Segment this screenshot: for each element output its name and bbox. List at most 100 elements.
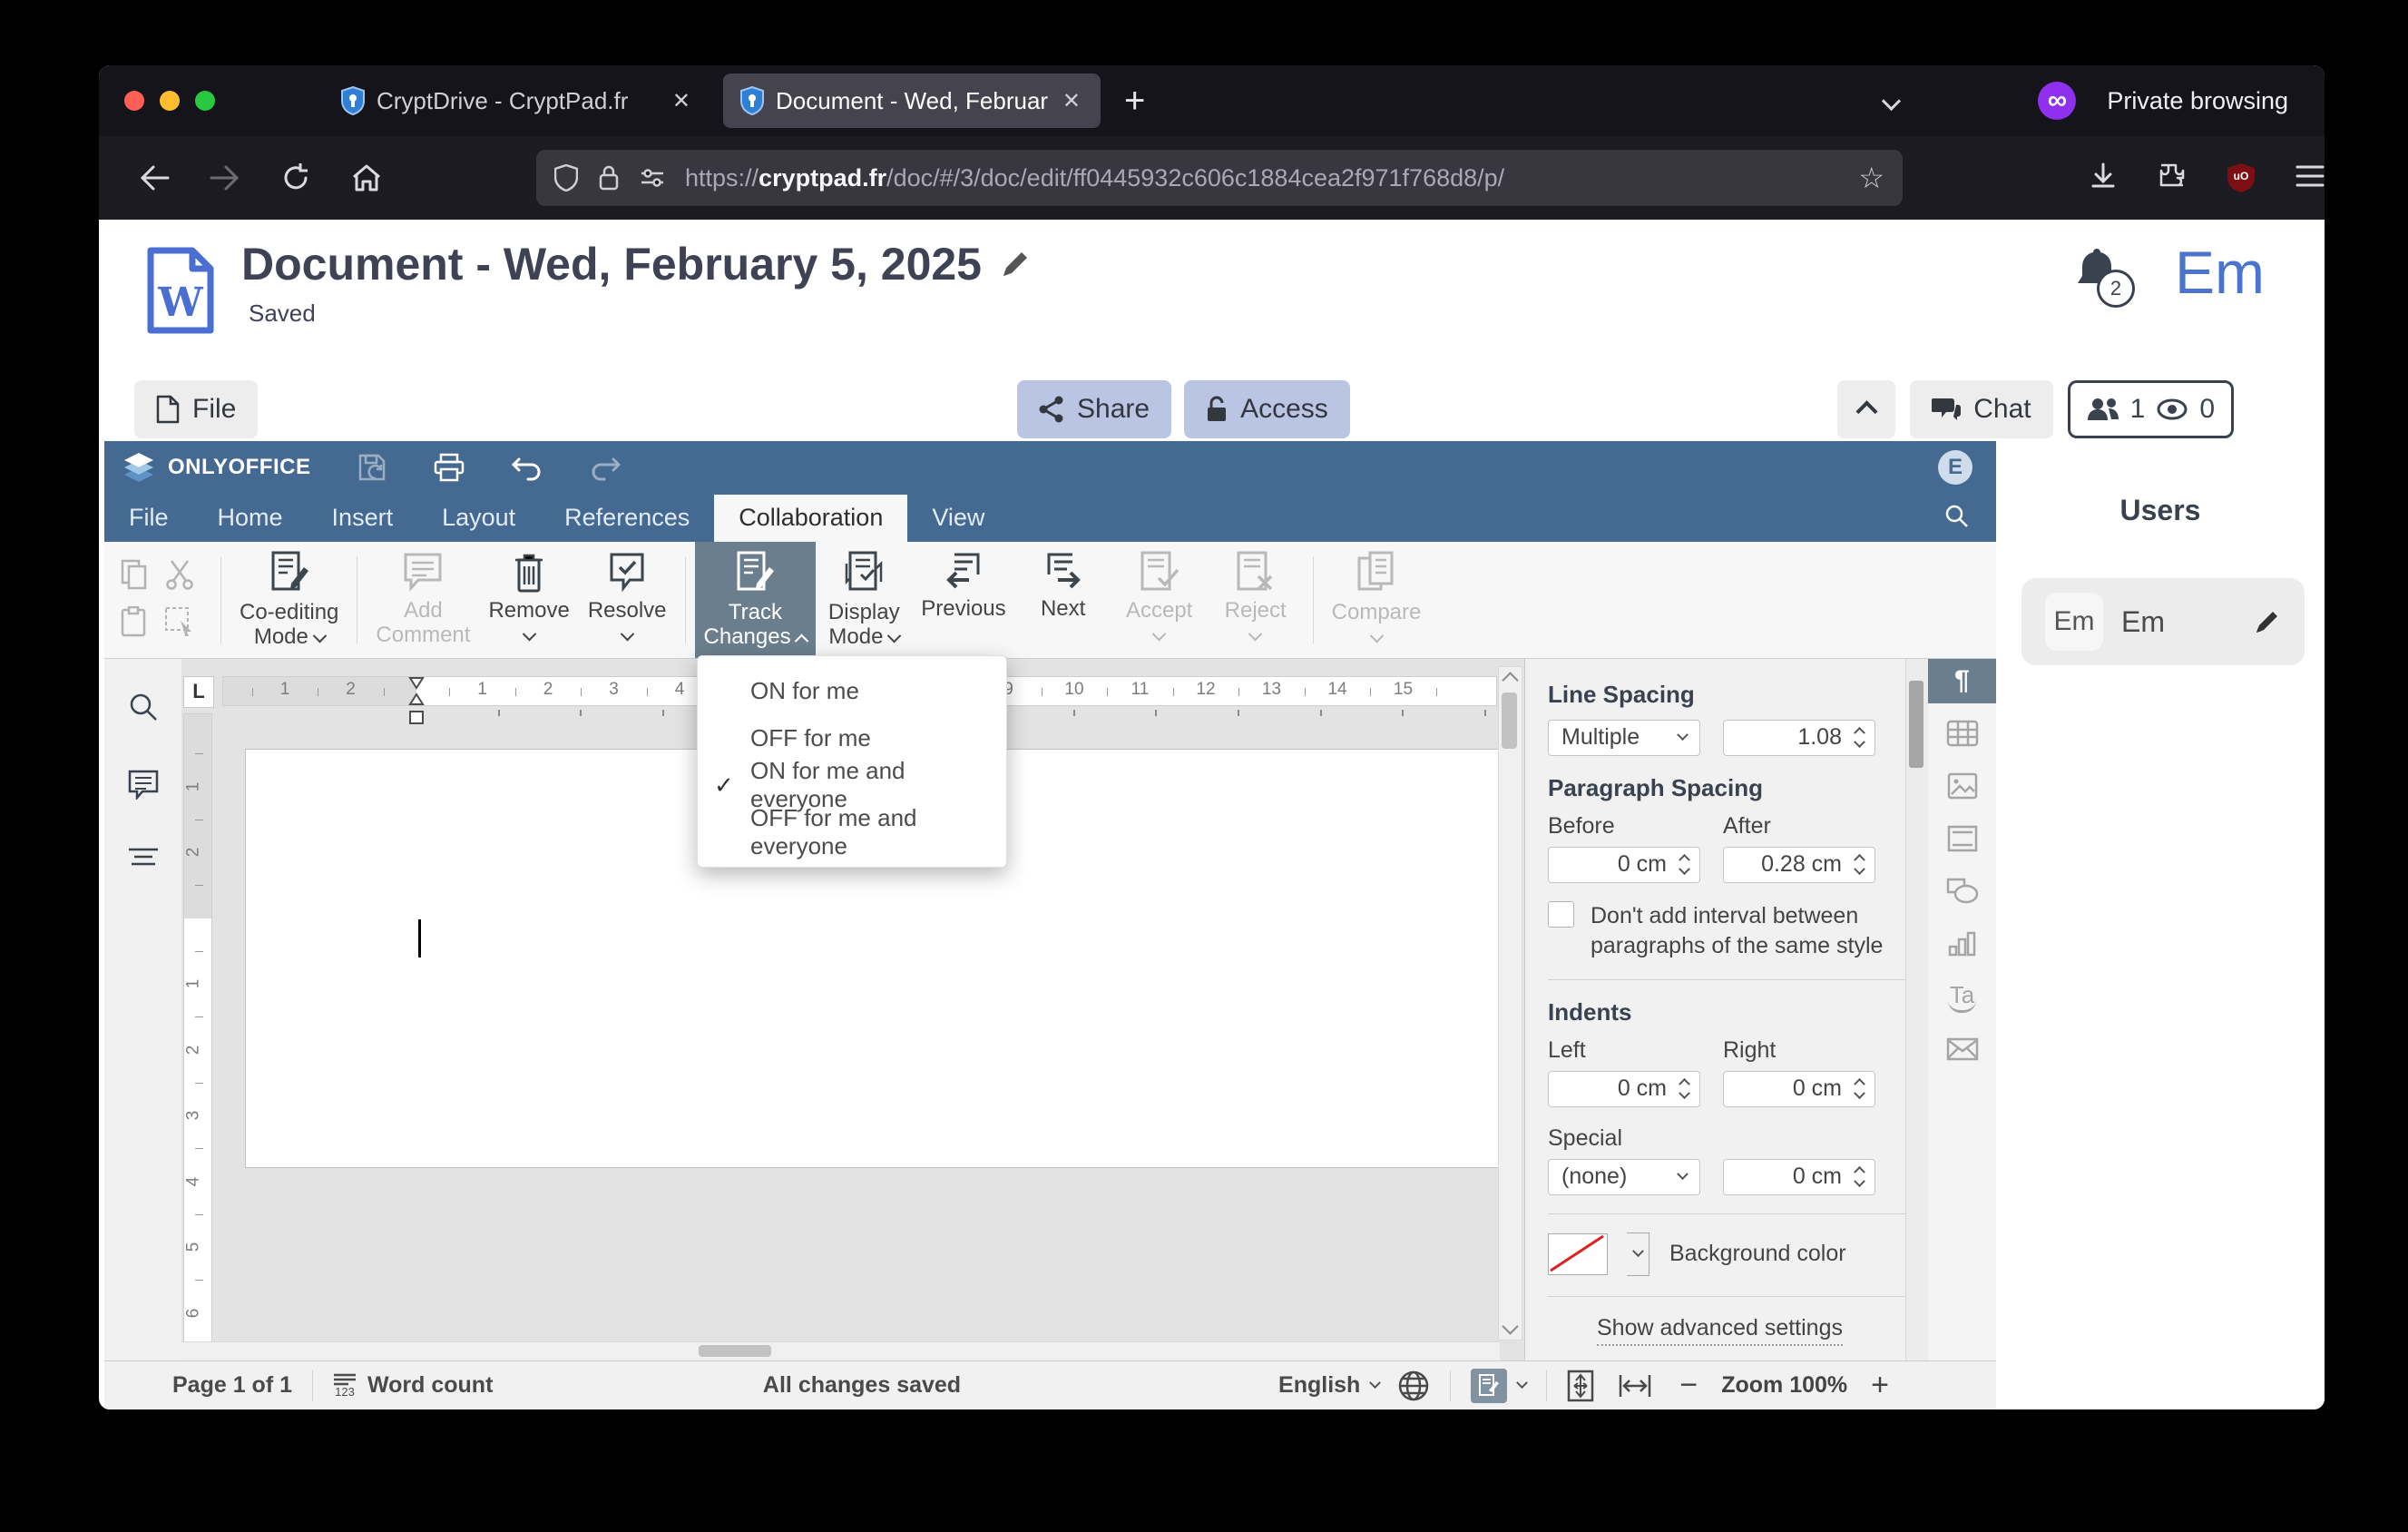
shape-settings-tab[interactable] [1928,869,1996,914]
browser-tab-document[interactable]: Document - Wed, February 5, 2 ✕ [723,74,1101,128]
browser-tab-cryptdrive[interactable]: CryptDrive - CryptPad.fr ✕ [324,74,710,128]
minimize-window-button[interactable] [160,91,180,111]
remove-comment-button[interactable]: Remove [479,542,578,658]
downloads-button[interactable] [2089,162,2118,195]
text-art-settings-tab[interactable]: Ta [1928,975,1996,1019]
notifications-bell-icon[interactable]: 2 [2073,245,2135,308]
zoom-in-button[interactable]: + [1871,1368,1889,1403]
chat-button[interactable]: Chat [1910,379,2053,438]
access-button[interactable]: Access [1184,379,1350,438]
previous-change-button[interactable]: Previous [912,542,1014,658]
redo-icon[interactable] [590,454,622,481]
table-settings-tab[interactable] [1928,712,1996,756]
menu-item-on-for-me[interactable]: ON for me [698,667,1006,714]
fit-width-button[interactable] [1618,1373,1652,1399]
permissions-icon[interactable] [640,167,665,189]
ublock-origin-icon[interactable]: uO [2227,162,2256,193]
close-tab-icon[interactable]: ✕ [669,88,694,114]
language-selector[interactable]: English [1278,1372,1382,1399]
copy-icon[interactable] [121,559,155,594]
indent-marker[interactable] [407,676,426,726]
rename-pencil-icon[interactable] [1000,249,1031,280]
tab-home[interactable]: Home [193,495,308,542]
line-spacing-value-spinner[interactable]: 1.08 [1723,719,1875,756]
tab-file[interactable]: File [104,495,193,542]
spellcheck-globe-icon[interactable] [1397,1370,1430,1402]
bookmark-star-icon[interactable]: ☆ [1858,161,1884,195]
extensions-puzzle-icon[interactable] [2158,162,2187,195]
fit-page-button[interactable] [1567,1370,1594,1402]
menu-item-off-for-me[interactable]: OFF for me [698,714,1006,761]
spacing-before-spinner[interactable]: 0 cm [1548,846,1700,883]
coediting-mode-button[interactable]: Co-editing Mode [230,542,347,658]
zoom-level[interactable]: Zoom 100% [1721,1372,1847,1399]
file-menu-button[interactable]: File [134,379,259,438]
tab-layout[interactable]: Layout [417,495,540,542]
track-changes-status-button[interactable] [1471,1368,1529,1403]
paste-icon[interactable] [121,605,155,641]
next-change-button[interactable]: Next [1015,542,1111,658]
mail-merge-settings-tab[interactable] [1928,1027,1996,1072]
url-text[interactable]: https://cryptpad.fr/doc/#/3/doc/edit/ff0… [685,164,1847,192]
lock-icon[interactable] [598,164,620,192]
tab-collaboration[interactable]: Collaboration [714,494,908,542]
back-button[interactable] [139,164,170,192]
print-icon[interactable] [434,453,465,482]
save-icon[interactable] [357,453,387,482]
line-spacing-select[interactable]: Multiple [1548,719,1700,756]
undo-icon[interactable] [512,454,543,481]
tab-view[interactable]: View [907,495,1009,542]
menu-item-on-for-everyone[interactable]: ✓ ON for me and everyone [698,757,1006,812]
navigation-panel-icon[interactable] [127,846,160,876]
special-value-spinner[interactable]: 0 cm [1723,1158,1875,1195]
background-color-dropdown[interactable] [1627,1232,1649,1276]
user-count-widget[interactable]: 1 0 [2067,379,2234,438]
tab-insert[interactable]: Insert [308,495,418,542]
no-interval-checkbox[interactable] [1548,900,1574,928]
reload-button[interactable] [280,162,311,193]
word-count-button[interactable]: 123 Word count [333,1372,493,1399]
address-bar[interactable]: https://cryptpad.fr/doc/#/3/doc/edit/ff0… [536,150,1903,206]
zoom-out-button[interactable]: − [1679,1368,1698,1403]
share-button[interactable]: Share [1017,379,1172,438]
window-controls[interactable] [124,91,215,111]
list-tabs-chevron-icon[interactable] [1882,91,1902,111]
show-advanced-settings-link[interactable]: Show advanced settings [1548,1314,1892,1346]
spacing-after-spinner[interactable]: 0.28 cm [1723,846,1875,883]
settings-scrollbar[interactable] [1905,658,1928,1361]
forward-button[interactable] [210,164,240,192]
close-tab-icon[interactable]: ✕ [1059,88,1084,114]
background-color-swatch[interactable] [1548,1232,1608,1275]
vertical-scrollbar[interactable] [1498,665,1522,1341]
horizontal-scrollbar[interactable] [181,1341,1500,1361]
image-settings-tab[interactable] [1928,764,1996,809]
account-avatar[interactable]: Em [2175,238,2265,307]
indent-right-spinner[interactable]: 0 cm [1723,1070,1875,1107]
search-icon[interactable] [1943,503,1969,533]
paragraph-settings-tab[interactable]: ¶ [1928,658,1996,703]
close-window-button[interactable] [124,91,144,111]
menu-item-off-for-everyone[interactable]: OFF for me and everyone [698,804,1006,859]
menu-hamburger-icon[interactable] [2295,164,2325,192]
home-button[interactable] [351,163,382,192]
tab-references[interactable]: References [540,495,714,542]
find-icon[interactable] [128,692,159,727]
chart-settings-tab[interactable] [1928,922,1996,967]
resolve-comment-button[interactable]: Resolve [579,542,676,658]
user-avatar-badge[interactable]: E [1938,450,1972,485]
header-footer-settings-tab[interactable] [1928,817,1996,861]
page-indicator[interactable]: Page 1 of 1 [172,1372,292,1399]
tracking-protection-shield-icon[interactable] [554,164,578,192]
tab-selector-box[interactable]: L [183,675,214,708]
v-ruler[interactable]: 21123456 [183,712,212,1344]
collapse-toolbar-button[interactable] [1837,379,1896,438]
display-mode-button[interactable]: Display Mode [816,542,912,658]
edit-name-pencil-icon[interactable] [2254,608,2281,635]
new-tab-button[interactable]: + [1124,81,1145,122]
comments-panel-icon[interactable] [127,769,160,804]
indent-left-spinner[interactable]: 0 cm [1548,1070,1700,1107]
track-changes-button[interactable]: Track Changes [694,541,817,658]
select-all-icon[interactable] [164,606,199,641]
cut-icon[interactable] [164,559,199,594]
zoom-window-button[interactable] [195,91,215,111]
